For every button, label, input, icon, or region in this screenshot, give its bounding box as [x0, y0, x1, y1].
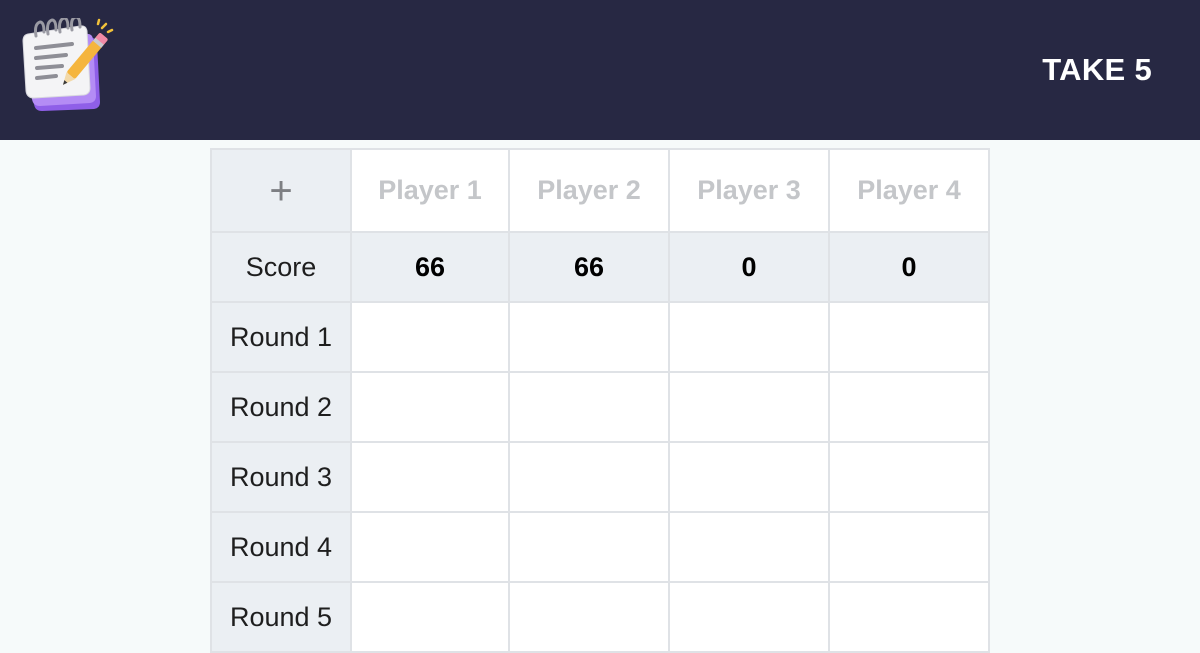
- player-name: Player 3: [697, 175, 801, 205]
- round-score-input[interactable]: [508, 581, 670, 653]
- score-label: Score: [210, 231, 352, 303]
- round-score-input[interactable]: [668, 301, 830, 373]
- player-name: Player 1: [378, 175, 482, 205]
- round-score-input[interactable]: [828, 581, 990, 653]
- round-score-input[interactable]: [350, 511, 510, 583]
- round-row: Round 5: [210, 581, 990, 653]
- plus-icon: +: [269, 168, 293, 213]
- round-row: Round 3: [210, 441, 990, 513]
- round-score-input[interactable]: [828, 371, 990, 443]
- round-score-input[interactable]: [828, 301, 990, 373]
- round-score-input[interactable]: [350, 581, 510, 653]
- round-score-input[interactable]: [350, 301, 510, 373]
- add-player-button[interactable]: +: [210, 148, 352, 233]
- score-table: + Player 1 Player 2 Player 3 Player 4 Sc…: [210, 148, 990, 653]
- round-label: Round 2: [210, 371, 352, 443]
- round-score-input[interactable]: [668, 441, 830, 513]
- round-label: Round 5: [210, 581, 352, 653]
- score-total: 66: [350, 231, 510, 303]
- score-total: 66: [508, 231, 670, 303]
- round-label: Round 3: [210, 441, 352, 513]
- round-score-input[interactable]: [508, 511, 670, 583]
- score-total: 0: [828, 231, 990, 303]
- round-score-input[interactable]: [350, 371, 510, 443]
- game-title: TAKE 5: [1042, 52, 1152, 87]
- player-name-field[interactable]: Player 1: [350, 148, 510, 233]
- player-name-field[interactable]: Player 3: [668, 148, 830, 233]
- score-row: Score 66 66 0 0: [210, 231, 990, 303]
- round-label: Round 4: [210, 511, 352, 583]
- notepad-pencil-icon: [22, 15, 116, 114]
- round-score-input[interactable]: [828, 511, 990, 583]
- round-score-input[interactable]: [668, 581, 830, 653]
- round-row: Round 2: [210, 371, 990, 443]
- round-score-input[interactable]: [668, 511, 830, 583]
- score-total: 0: [668, 231, 830, 303]
- player-name-field[interactable]: Player 2: [508, 148, 670, 233]
- player-name-field[interactable]: Player 4: [828, 148, 990, 233]
- round-score-input[interactable]: [508, 441, 670, 513]
- round-row: Round 4: [210, 511, 990, 583]
- player-header-row: + Player 1 Player 2 Player 3 Player 4: [210, 148, 990, 233]
- round-score-input[interactable]: [828, 441, 990, 513]
- player-name: Player 2: [537, 175, 641, 205]
- app-header: TAKE 5: [0, 0, 1200, 140]
- round-label: Round 1: [210, 301, 352, 373]
- round-score-input[interactable]: [508, 301, 670, 373]
- round-score-input[interactable]: [508, 371, 670, 443]
- round-row: Round 1: [210, 301, 990, 373]
- round-score-input[interactable]: [668, 371, 830, 443]
- player-name: Player 4: [857, 175, 961, 205]
- round-score-input[interactable]: [350, 441, 510, 513]
